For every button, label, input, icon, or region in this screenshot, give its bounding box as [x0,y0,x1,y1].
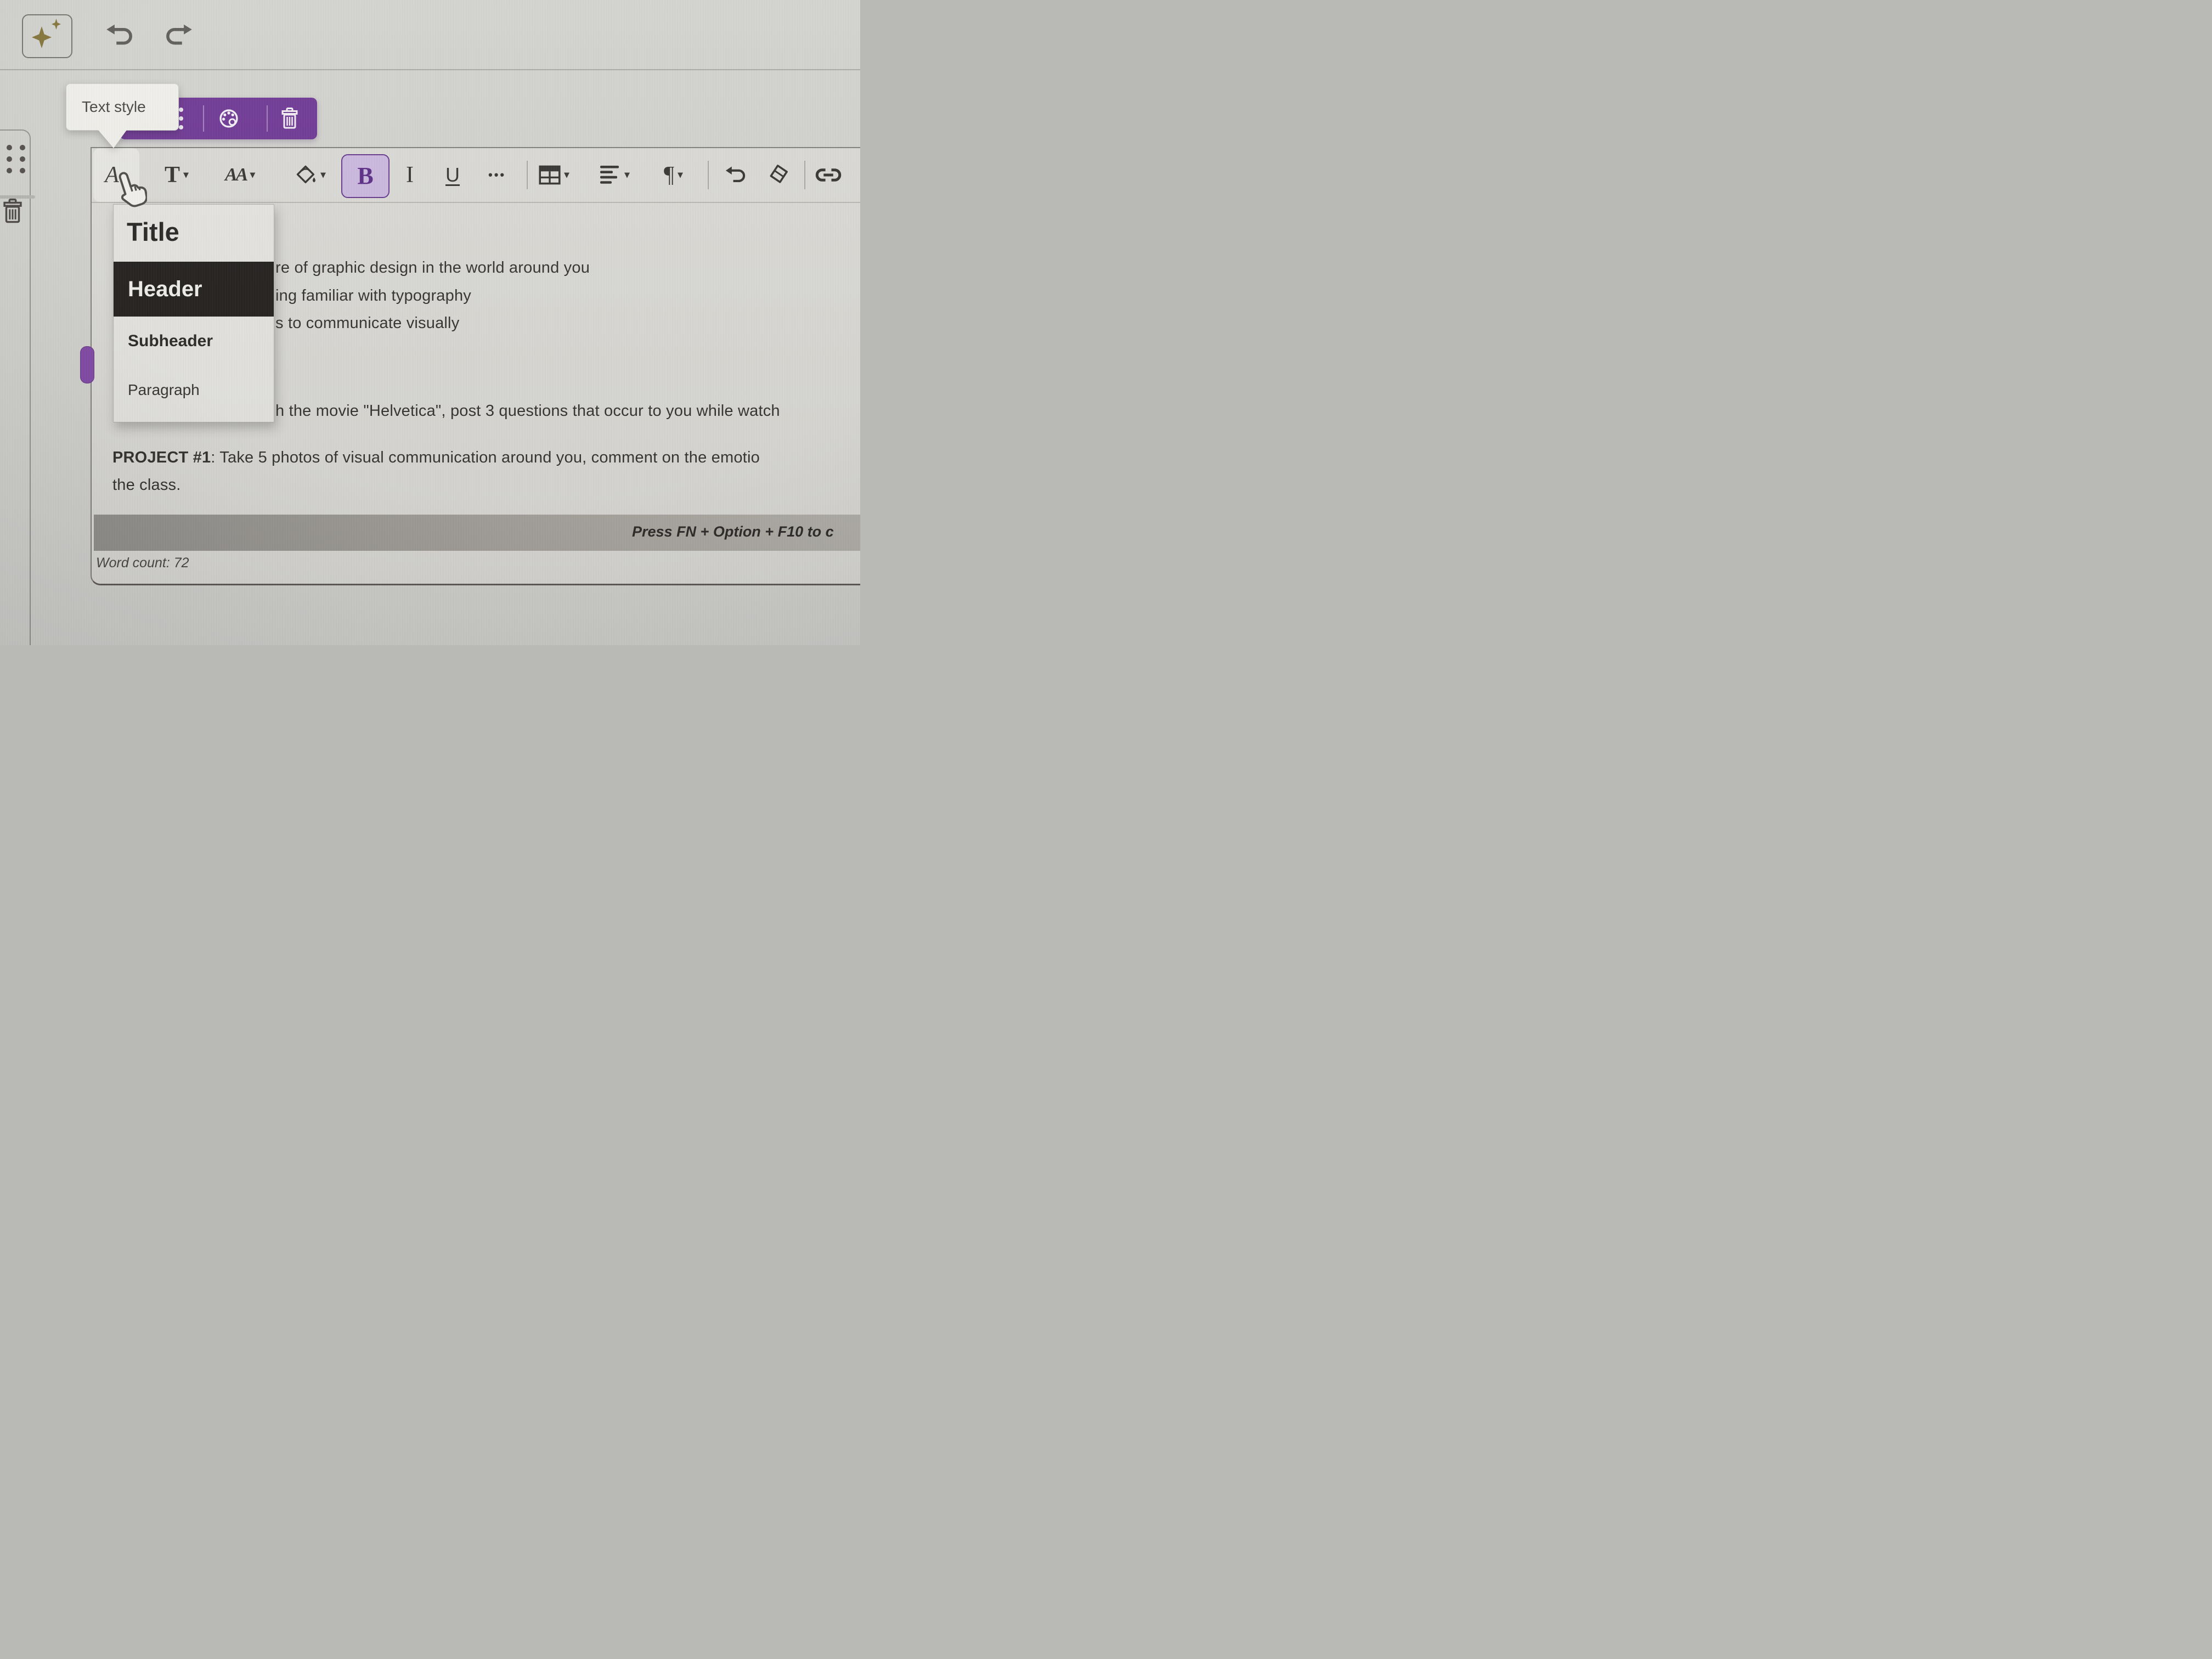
toolbar-separator [203,105,204,132]
trash-icon [280,108,300,129]
document-line: the class. [112,476,181,494]
document-line: s to communicate visually [275,314,459,332]
pointer-hand-cursor [111,167,147,214]
document-line: re of graphic design in the world around… [275,259,590,277]
tooltip: Text style [66,83,179,131]
menu-item-title[interactable]: Title [127,217,179,247]
menu-item-subheader[interactable]: Subheader [128,332,213,351]
text-style-menu: Title Header Subheader Paragraph [113,204,274,422]
palette-button[interactable] [217,98,240,139]
toolbar-separator [267,105,268,132]
screen: A ▲ T ▼ AA ▼ ▼ B [0,0,860,645]
palette-icon [217,107,240,130]
document-line: ing familiar with typography [275,287,471,305]
menu-item-paragraph[interactable]: Paragraph [128,381,200,399]
tooltip-label: Text style [82,98,146,116]
document-line: PROJECT #1: Take 5 photos of visual comm… [112,449,760,467]
menu-item-header-selected[interactable]: Header [114,262,274,317]
document-line: h the movie "Helvetica", post 3 question… [275,402,780,420]
delete-button[interactable] [280,98,300,139]
